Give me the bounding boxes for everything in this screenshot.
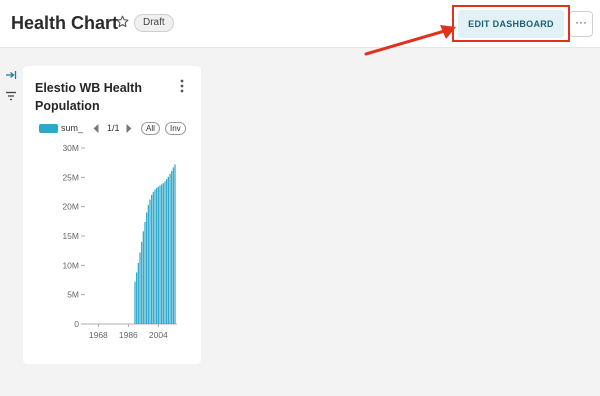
chart-bar (171, 170, 173, 324)
chart-bar (146, 212, 148, 324)
chart-bar (154, 189, 156, 324)
expand-panel-icon[interactable] (5, 70, 17, 80)
y-tick-label: 30M (62, 143, 79, 153)
chart-bar (147, 204, 149, 324)
legend-swatch[interactable] (39, 124, 58, 133)
y-tick-label: 5M (67, 290, 79, 300)
chart-bar (161, 184, 163, 324)
legend-page-indicator: 1/1 (107, 123, 120, 133)
chart-bar (139, 252, 141, 324)
population-bar-chart: 0 5M 10M 15M 20M 25M 30M 1968 1986 2004 (62, 143, 177, 340)
dashboard-header: Health Chart Draft EDIT DASHBOARD ··· (0, 0, 600, 48)
more-options-button[interactable]: ··· (569, 11, 593, 37)
filter-icon[interactable] (5, 91, 17, 101)
draft-badge[interactable]: Draft (134, 14, 174, 32)
page-title: Health Chart (11, 13, 119, 33)
chart-bar (149, 199, 151, 324)
legend-all-button[interactable]: All (141, 122, 160, 135)
chart-bar (144, 221, 146, 324)
chart-bar (157, 186, 159, 324)
chart-bar (164, 181, 166, 324)
chart-bar (151, 194, 153, 324)
y-tick-label: 10M (62, 260, 79, 270)
x-tick-label: 2004 (149, 330, 168, 340)
chart-bar (142, 231, 144, 324)
legend-invert-button[interactable]: Inv (165, 122, 186, 135)
y-tick-label: 0 (74, 319, 79, 329)
chart-bar (169, 173, 171, 324)
legend-next-icon[interactable] (125, 123, 133, 134)
chart-bar (137, 262, 139, 324)
chart-bar (162, 183, 164, 324)
star-icon[interactable] (115, 14, 130, 29)
chart-bar (134, 281, 136, 324)
chart-bar (141, 241, 143, 324)
chart-bar (136, 272, 138, 324)
chart-bar (166, 179, 168, 324)
chart-bar (172, 167, 174, 324)
x-tick-label: 1968 (89, 330, 108, 340)
y-tick-label: 15M (62, 231, 79, 241)
chart-bar (167, 176, 169, 324)
legend-prev-icon[interactable] (92, 123, 100, 134)
chart-card-title: Elestio WB Health Population (35, 81, 142, 113)
chart-bar (174, 164, 176, 324)
edit-dashboard-button[interactable]: EDIT DASHBOARD (458, 10, 564, 38)
y-tick-label: 25M (62, 172, 79, 182)
chart-bar (156, 187, 158, 324)
chart-bar (159, 185, 161, 324)
kebab-menu-icon[interactable] (178, 79, 186, 93)
x-tick-label: 1986 (119, 330, 138, 340)
legend-label[interactable]: sum_ (61, 123, 83, 133)
chart-bar (152, 192, 154, 324)
y-tick-label: 20M (62, 202, 79, 212)
